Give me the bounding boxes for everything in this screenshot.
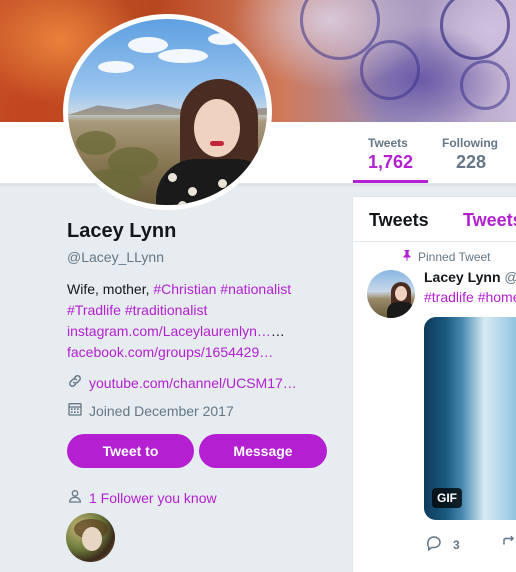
link-icon xyxy=(67,373,83,392)
gif-badge: GIF xyxy=(432,488,462,508)
tab-tweets-and-replies[interactable]: Tweets xyxy=(463,210,516,231)
reply-action[interactable]: 3 xyxy=(425,534,460,555)
profile-avatar[interactable] xyxy=(63,14,272,210)
pinned-tweet-label: Pinned Tweet xyxy=(401,249,491,264)
profile-photo xyxy=(68,19,267,205)
bio-text: Wife, mother, xyxy=(67,281,154,297)
tweet-media-gif[interactable]: GIF xyxy=(424,317,516,520)
timeline-tabs: Tweets Tweets xyxy=(353,197,516,242)
tweet-hashtags[interactable]: #tradlife #home xyxy=(424,289,516,305)
bio-ellipsis: … xyxy=(270,323,285,339)
profile-joined-date: Joined December 2017 xyxy=(67,401,234,420)
profile-handle[interactable]: @Lacey_LLynn xyxy=(67,249,164,265)
following-stat[interactable]: Following 228 xyxy=(442,136,498,173)
timeline: Tweets Tweets Pinned Tweet Lacey Lynn @L… xyxy=(352,196,516,572)
profile-website: youtube.com/channel/UCSM17… xyxy=(67,373,297,392)
tweet-author-name: Lacey Lynn xyxy=(424,269,501,285)
tweets-stat[interactable]: Tweets 1,762 xyxy=(352,136,429,183)
following-stat-label: Following xyxy=(442,136,498,150)
followers-you-know-link[interactable]: 1 Follower you know xyxy=(89,490,217,506)
person-icon xyxy=(67,488,83,507)
followers-you-know[interactable]: 1 Follower you know xyxy=(67,488,217,507)
tweets-stat-value: 1,762 xyxy=(368,152,414,172)
tweet-author-handle: @L xyxy=(504,269,516,285)
pinned-text: Pinned Tweet xyxy=(418,249,491,264)
pin-icon xyxy=(401,249,413,264)
tweets-stat-label: Tweets xyxy=(368,136,408,150)
bio-instagram-link[interactable]: instagram.com/Laceylaurenlyn… xyxy=(67,323,271,339)
bio-hashtag-tradlife[interactable]: #Tradlife #traditionalist xyxy=(67,302,207,318)
following-stat-value: 228 xyxy=(456,152,487,172)
reply-count: 3 xyxy=(453,537,460,552)
bio-hashtag-christian-nationalist[interactable]: #Christian #nationalist xyxy=(153,281,291,297)
retweet-icon[interactable] xyxy=(501,534,516,557)
calendar-icon xyxy=(67,401,83,420)
joined-text: Joined December 2017 xyxy=(89,402,234,419)
website-link[interactable]: youtube.com/channel/UCSM17… xyxy=(89,375,297,391)
message-button[interactable]: Message xyxy=(199,434,327,468)
bio-facebook-link[interactable]: facebook.com/groups/1654429… xyxy=(67,344,273,360)
tweet-author[interactable]: Lacey Lynn @L xyxy=(424,269,516,285)
tab-tweets[interactable]: Tweets xyxy=(369,210,429,231)
tweet-avatar[interactable] xyxy=(367,270,415,318)
reply-icon xyxy=(425,534,443,555)
profile-bio: Wife, mother, #Christian #nationalist #T… xyxy=(67,279,347,363)
follower-avatar[interactable] xyxy=(66,513,115,562)
profile-name[interactable]: Lacey Lynn xyxy=(67,220,176,243)
tweet-to-button[interactable]: Tweet to xyxy=(67,434,194,468)
